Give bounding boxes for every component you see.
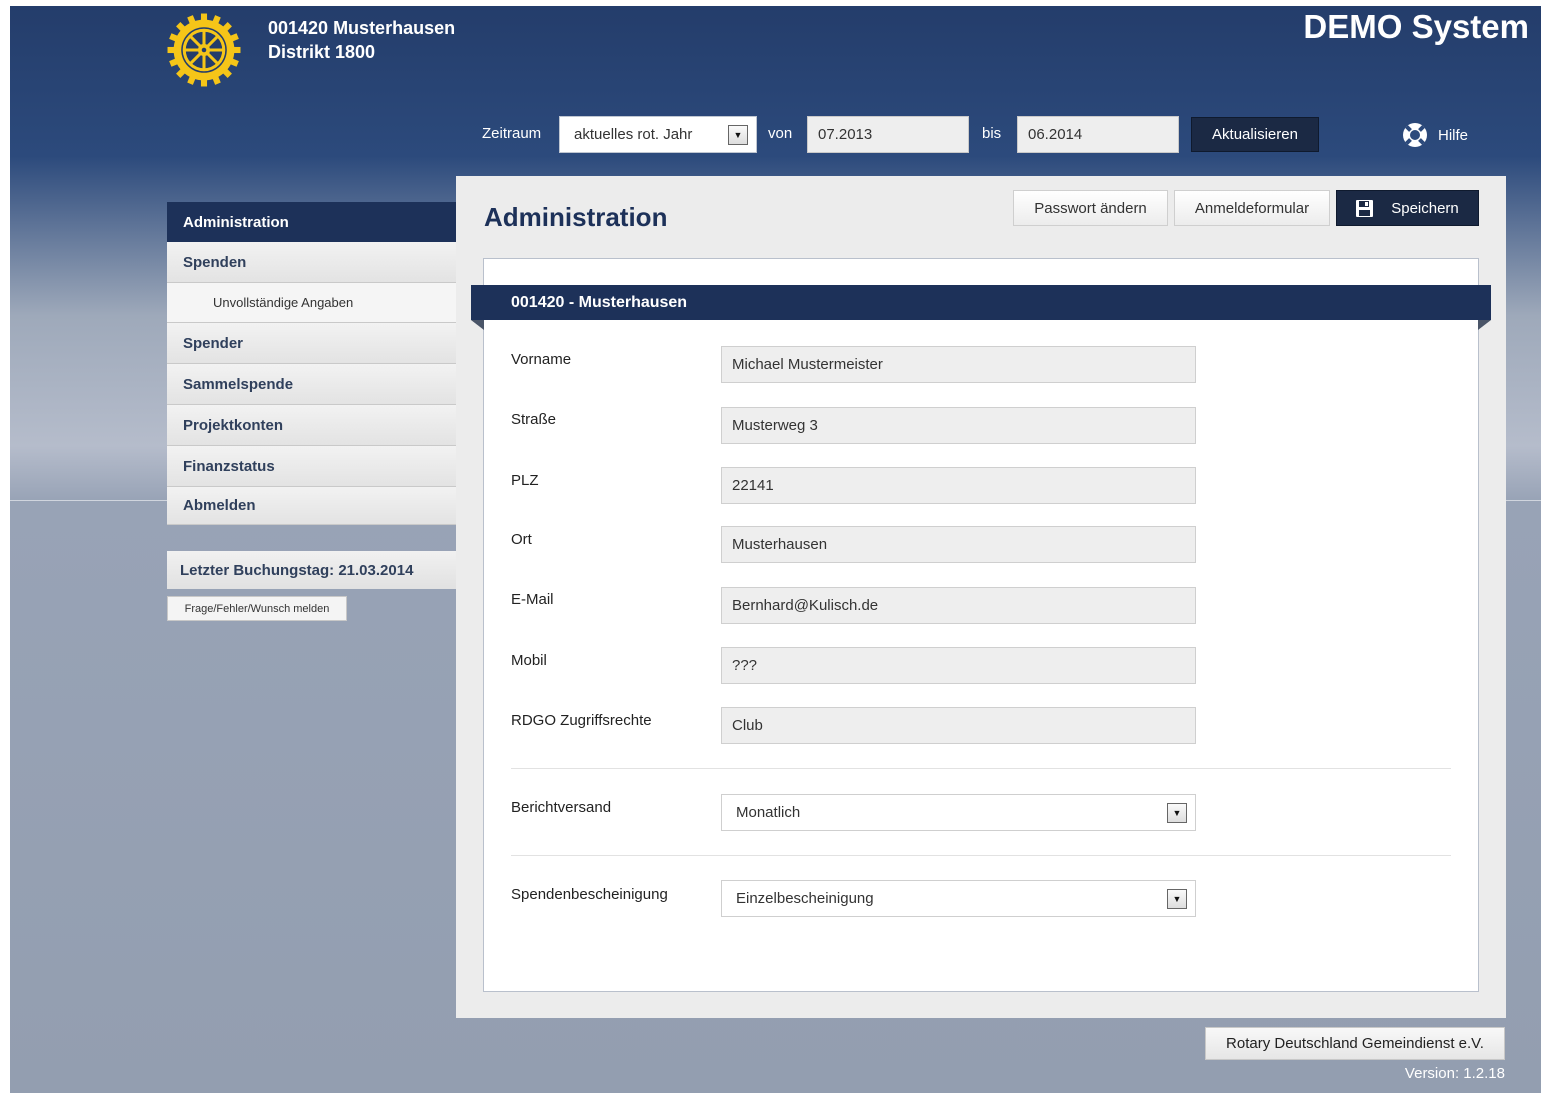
ribbon-fold-right xyxy=(1478,320,1491,330)
sidebar-subitem-unvollstaendige-angaben[interactable]: Unvollständige Angaben xyxy=(167,283,456,323)
report-delivery-label: Berichtversand xyxy=(511,799,612,816)
mobile-value: ??? xyxy=(732,657,758,674)
chevron-down-icon[interactable]: ▼ xyxy=(728,124,748,145)
email-value: Bernhard@Kulisch.de xyxy=(732,597,879,614)
first-name-value: Michael Mustermeister xyxy=(732,356,883,373)
zip-value: 22141 xyxy=(732,477,774,494)
page-title: Administration xyxy=(484,202,668,232)
admin-form: 001420 - Musterhausen Vorname Michael Mu… xyxy=(471,258,1491,992)
access-rights-value: Club xyxy=(732,717,763,734)
refresh-button[interactable]: Aktualisieren xyxy=(1191,117,1319,152)
access-rights-label: RDGO Zugriffsrechte xyxy=(511,712,652,729)
zip-label: PLZ xyxy=(511,472,539,489)
to-date-value: 06.2014 xyxy=(1028,126,1083,143)
sidebar-item-administration[interactable]: Administration xyxy=(167,202,456,242)
sidebar-nav: Administration Spenden Unvollständige An… xyxy=(167,202,456,525)
registration-form-button[interactable]: Anmeldeformular xyxy=(1174,190,1330,226)
from-date-input[interactable]: 07.2013 xyxy=(807,116,969,153)
main-panel: Administration Passwort ändern Anmeldefo… xyxy=(456,176,1506,1018)
sidebar-item-sammelspende[interactable]: Sammelspende xyxy=(167,364,456,405)
section-title: 001420 - Musterhausen xyxy=(471,285,1491,320)
access-rights-field[interactable]: Club xyxy=(721,707,1196,744)
save-button-label: Speichern xyxy=(1391,199,1459,217)
ribbon-fold-left xyxy=(471,320,484,330)
help-label: Hilfe xyxy=(1438,126,1469,144)
form-divider xyxy=(511,855,1451,856)
email-field[interactable]: Bernhard@Kulisch.de xyxy=(721,587,1196,624)
city-field[interactable]: Musterhausen xyxy=(721,526,1196,563)
club-name: 001420 Musterhausen xyxy=(268,18,456,38)
sidebar-item-finanzstatus[interactable]: Finanzstatus xyxy=(167,446,456,487)
from-date-value: 07.2013 xyxy=(818,126,873,143)
email-label: E-Mail xyxy=(511,591,554,608)
street-value: Musterweg 3 xyxy=(732,417,818,434)
app-frame: 001420 Musterhausen Distrikt 1800 DEMO S… xyxy=(10,6,1541,1093)
mobile-field[interactable]: ??? xyxy=(721,647,1196,684)
last-booking-date: Letzter Buchungstag: 21.03.2014 xyxy=(167,551,456,589)
to-label: bis xyxy=(982,125,1002,142)
lifebuoy-icon xyxy=(1403,123,1427,147)
donation-receipt-label: Spendenbescheinigung xyxy=(511,886,668,903)
mobile-label: Mobil xyxy=(511,652,547,669)
report-issue-button[interactable]: Frage/Fehler/Wunsch melden xyxy=(167,596,347,621)
organization-badge: Rotary Deutschland Gemeindienst e.V. xyxy=(1205,1027,1505,1060)
period-select[interactable]: aktuelles rot. Jahr ▼ xyxy=(559,116,757,153)
district-name: Distrikt 1800 xyxy=(268,42,376,62)
form-divider xyxy=(511,768,1451,769)
donation-receipt-select[interactable]: Einzelbescheinigung ▼ xyxy=(721,880,1196,917)
from-label: von xyxy=(768,125,793,142)
first-name-field[interactable]: Michael Mustermeister xyxy=(721,346,1196,383)
street-label: Straße xyxy=(511,411,557,428)
donation-receipt-value: Einzelbescheinigung xyxy=(736,890,874,907)
to-date-input[interactable]: 06.2014 xyxy=(1017,116,1179,153)
rotary-logo-icon xyxy=(167,13,241,87)
report-delivery-value: Monatlich xyxy=(736,804,801,821)
sidebar-item-abmelden[interactable]: Abmelden xyxy=(167,487,456,525)
change-password-button[interactable]: Passwort ändern xyxy=(1013,190,1168,226)
report-delivery-select[interactable]: Monatlich ▼ xyxy=(721,794,1196,831)
period-select-value: aktuelles rot. Jahr xyxy=(574,126,693,143)
city-value: Musterhausen xyxy=(732,536,828,553)
zip-field[interactable]: 22141 xyxy=(721,467,1196,504)
floppy-disk-icon xyxy=(1356,199,1374,217)
period-label: Zeitraum xyxy=(482,125,542,142)
chevron-down-icon[interactable]: ▼ xyxy=(1167,802,1187,823)
city-label: Ort xyxy=(511,531,532,548)
first-name-label: Vorname xyxy=(511,351,572,368)
save-button[interactable]: Speichern xyxy=(1336,190,1479,226)
version-label: Version: 1.2.18 xyxy=(1404,1065,1505,1082)
sidebar-item-spenden[interactable]: Spenden xyxy=(167,242,456,283)
sidebar-item-projektkonten[interactable]: Projektkonten xyxy=(167,405,456,446)
sidebar-item-spender[interactable]: Spender xyxy=(167,323,456,364)
system-title: DEMO System xyxy=(1303,8,1529,45)
chevron-down-icon[interactable]: ▼ xyxy=(1167,888,1187,909)
street-field[interactable]: Musterweg 3 xyxy=(721,407,1196,444)
help-link[interactable]: Hilfe xyxy=(1402,122,1468,148)
